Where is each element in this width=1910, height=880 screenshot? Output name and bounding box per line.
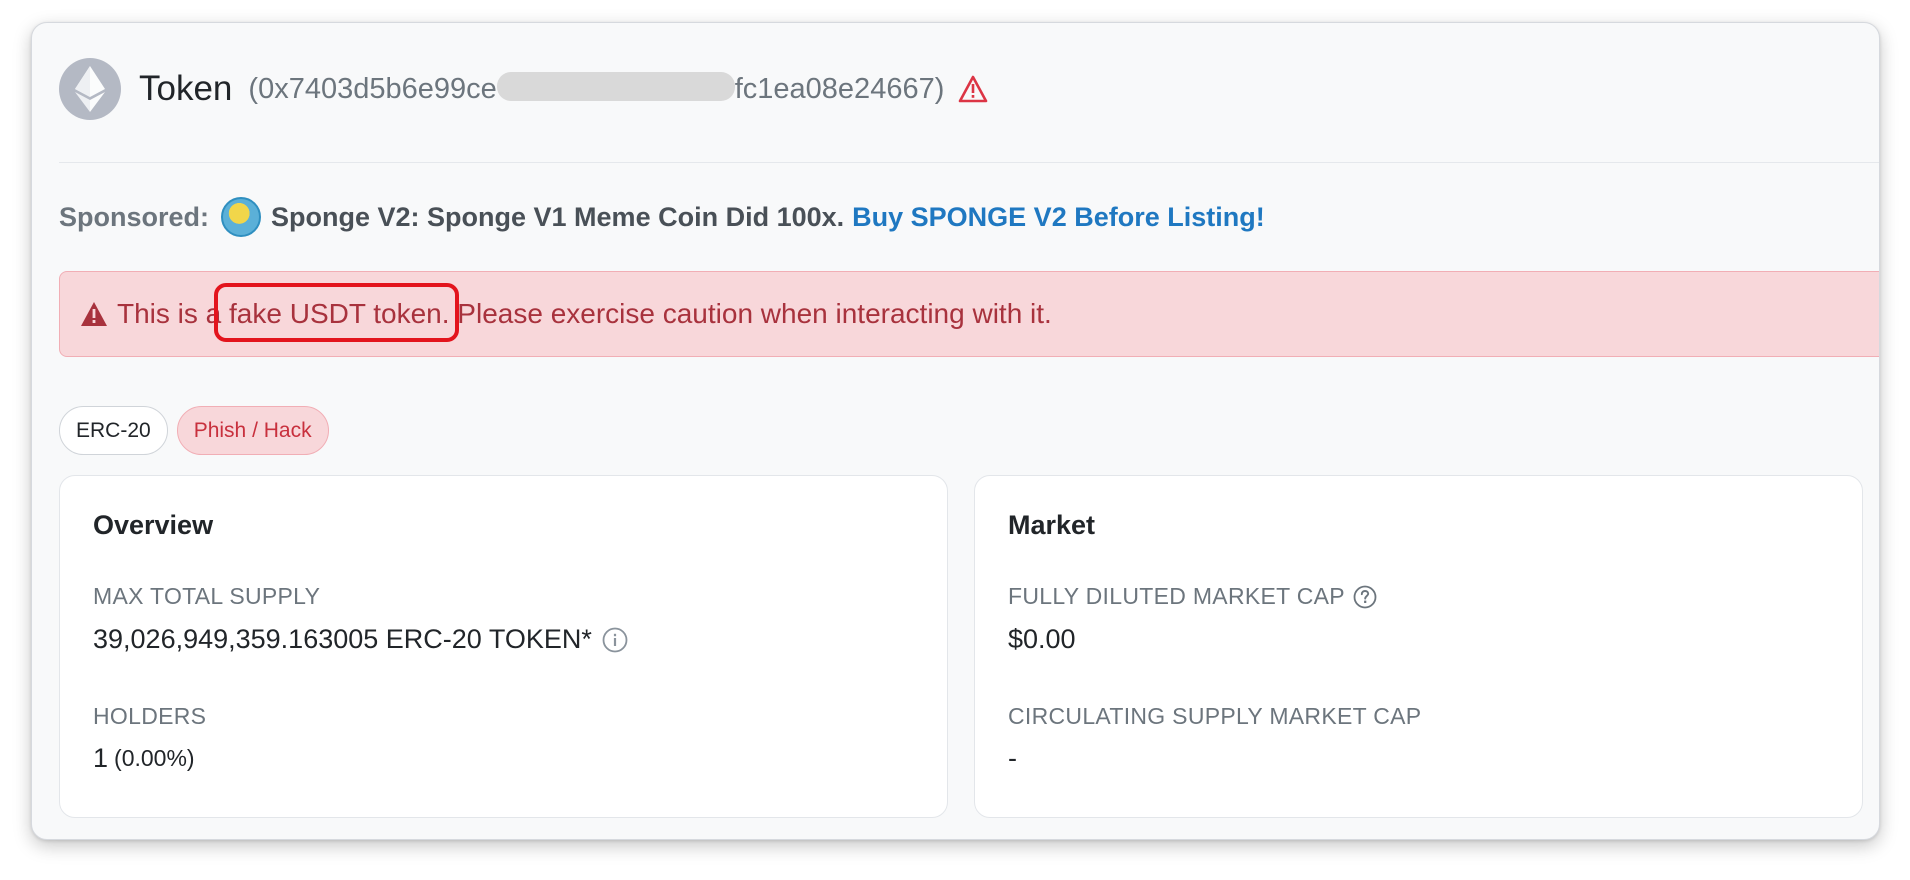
sponsored-banner: Sponsored: Sponge V2: Sponge V1 Meme Coi… — [59, 195, 1265, 239]
ethereum-icon — [59, 58, 121, 120]
holders-count[interactable]: 1 — [93, 743, 108, 774]
sponge-logo-icon — [221, 197, 262, 237]
header-divider — [59, 162, 1879, 163]
alert-text-highlight: fake USDT token. — [229, 298, 450, 329]
page-title: Token — [139, 69, 233, 108]
sponsored-link[interactable]: Buy SPONGE V2 Before Listing! — [852, 202, 1265, 233]
warning-triangle-icon[interactable] — [958, 75, 988, 103]
fdmc-label-text: FULLY DILUTED MARKET CAP — [1008, 583, 1345, 609]
address-redaction — [496, 72, 735, 102]
address-suffix: fc1ea08e24667) — [734, 72, 945, 105]
market-card: Market FULLY DILUTED MARKET CAP $0.00 CI… — [974, 475, 1863, 818]
max-supply-label: MAX TOTAL SUPPLY — [93, 583, 321, 609]
holders-label: HOLDERS — [93, 703, 207, 729]
info-icon[interactable] — [602, 627, 628, 653]
overview-card: Overview MAX TOTAL SUPPLY 39,026,949,359… — [59, 475, 948, 818]
max-supply-value: 39,026,949,359.163005 ERC-20 TOKEN* — [93, 624, 628, 655]
alert-text-start: This is a — [117, 298, 230, 329]
sponsored-label: Sponsored: — [59, 201, 210, 232]
fake-token-alert: This is a fake USDT token. Please exerci… — [59, 271, 1879, 357]
holders-percent: (0.00%) — [114, 745, 195, 771]
market-title: Market — [1008, 510, 1096, 540]
alert-text-end: Please exercise caution when interacting… — [449, 298, 1052, 329]
badge-erc20[interactable]: ERC-20 — [59, 406, 168, 455]
question-circle-icon[interactable] — [1353, 585, 1377, 609]
csmc-value: - — [1008, 743, 1017, 773]
csmc-label: CIRCULATING SUPPLY MARKET CAP — [1008, 703, 1422, 729]
contract-address[interactable]: (0x7403d5b6e99ce fc1ea08e24667) — [248, 72, 945, 106]
max-supply-amount: 39,026,949,359.163005 ERC-20 TOKEN* — [93, 624, 592, 654]
alert-warning-icon — [80, 301, 108, 327]
fdmc-value: $0.00 — [1008, 624, 1076, 654]
sponsored-text: Sponge V2: Sponge V1 Meme Coin Did 100x. — [271, 201, 845, 232]
badge-phish-hack[interactable]: Phish / Hack — [176, 406, 329, 455]
holders-value: 1 (0.00%) — [93, 743, 195, 774]
token-badges: ERC-20 Phish / Hack — [59, 406, 329, 455]
fdmc-label: FULLY DILUTED MARKET CAP — [1008, 583, 1377, 610]
address-prefix: (0x7403d5b6e99ce — [248, 72, 497, 105]
token-header: Token (0x7403d5b6e99ce fc1ea08e24667) — [59, 57, 988, 121]
token-page-panel: Token (0x7403d5b6e99ce fc1ea08e24667) Spo… — [31, 22, 1880, 840]
overview-title: Overview — [93, 510, 214, 540]
